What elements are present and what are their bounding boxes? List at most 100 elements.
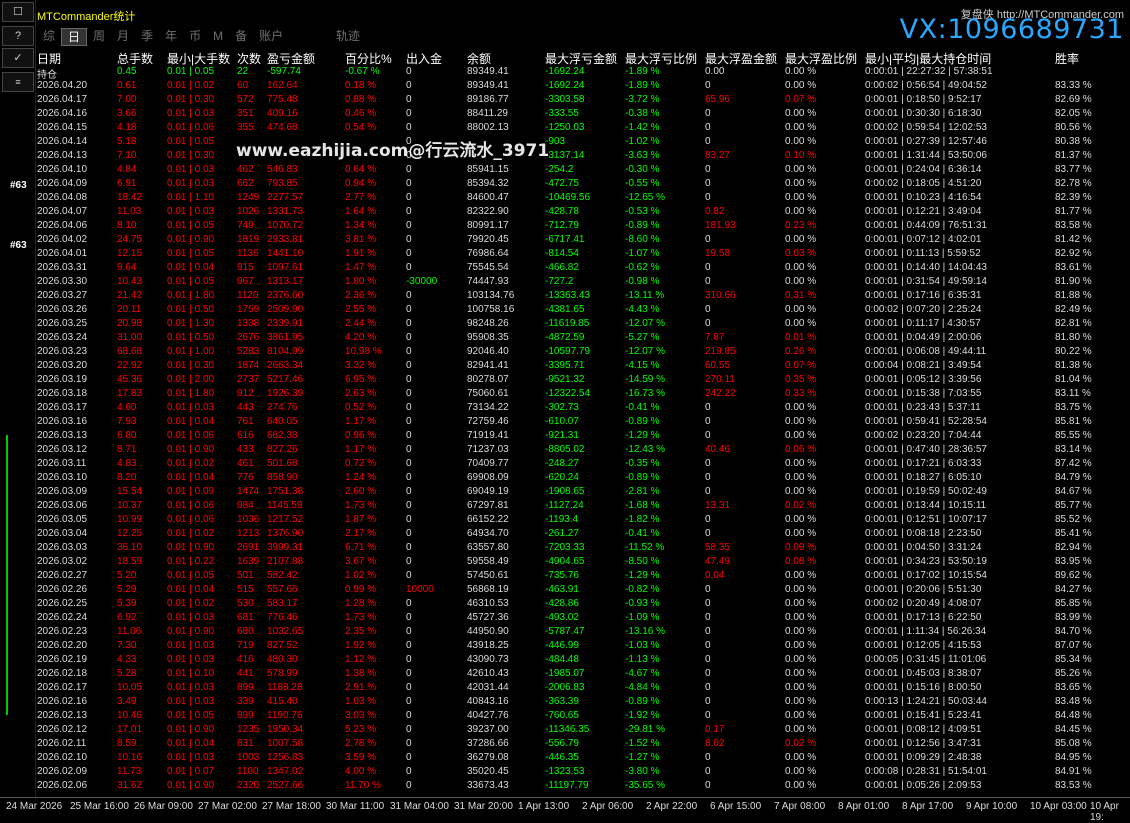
cell-6: 10000 [406, 584, 434, 595]
cell-12: 0:00:01 | 0:17:13 | 6:22:50 [865, 612, 982, 623]
cell-1: 8.71 [117, 444, 137, 455]
cell-1: 10.05 [117, 682, 143, 693]
tab-0[interactable]: 综 [37, 28, 61, 46]
cell-0: 2026.04.08 [37, 192, 88, 203]
cell-0: 2026.03.20 [37, 360, 88, 371]
cell-3: 1338 [237, 318, 260, 329]
cell-9: -16.73 % [625, 388, 666, 399]
cell-12: 最小|平均|最大持仓时间 [865, 52, 992, 66]
cell-8: -921.31 [545, 430, 579, 441]
cell-4: 827.26 [267, 444, 298, 455]
cell-7: 43090.73 [467, 654, 509, 665]
cell-1: 10.46 [117, 710, 143, 721]
cell-12: 0:00:01 | 0:20:06 | 5:51:30 [865, 584, 982, 595]
site-watermark: www.eazhijia.com@行云流水_3971 [236, 141, 550, 161]
cell-12: 0:00:13 | 1:24:21 | 50:03:44 [865, 696, 987, 707]
cell-4: 1950.34 [267, 724, 304, 735]
cell-5: 3.32 % [345, 360, 377, 371]
check-icon[interactable]: ✓ [2, 48, 34, 68]
cell-1: 5.29 [117, 584, 137, 595]
cell-11: 0.23 % [785, 220, 817, 231]
tab-4[interactable]: 季 [135, 28, 159, 46]
cell-5: 1.03 % [345, 696, 377, 707]
cell-13: 85.77 % [1055, 500, 1092, 511]
cell-8: -12322.54 [545, 388, 591, 399]
table-row: 2026.02.27 5.20 0.01 | 0.05 501 582.42 1.02 %… [37, 570, 1127, 584]
tab-1[interactable]: 日 [61, 28, 88, 46]
cell-4: 8104.99 [267, 346, 304, 357]
cell-8: -13363.43 [545, 290, 591, 301]
time-axis: 24 Mar 2026 25 Mar 16:00 26 Mar 09:00 27 Ma… [0, 797, 1130, 823]
cell-5: 1.38 % [345, 668, 377, 679]
cell-10: 0 [705, 234, 711, 245]
tab-3[interactable]: 月 [111, 28, 135, 46]
cell-11: 0.00 % [785, 402, 817, 413]
cell-4: 2277.57 [267, 192, 304, 203]
cell-7: 42610.43 [467, 668, 509, 679]
cell-0: 2026.03.02 [37, 556, 88, 567]
cell-7: 39237.00 [467, 724, 509, 735]
cell-11: 0.07 % [785, 360, 817, 371]
cell-11: 0.00 % [785, 458, 817, 469]
tab-8[interactable]: 备 [229, 28, 253, 46]
cell-5: 3.67 % [345, 556, 377, 567]
cell-5: 1.73 % [345, 612, 377, 623]
tab-5[interactable]: 年 [159, 28, 183, 46]
cell-5: 2.63 % [345, 388, 377, 399]
cell-11: 0.00 % [785, 612, 817, 623]
cell-8: -2006.83 [545, 682, 585, 693]
cell-8: -363.39 [545, 696, 579, 707]
cell-4: 1097.61 [267, 262, 304, 273]
cell-0: 2026.04.16 [37, 108, 88, 119]
help-icon[interactable]: ? [2, 26, 34, 46]
window-icon[interactable]: ☐ [2, 2, 34, 22]
cell-7: 80991.17 [467, 220, 509, 231]
cell-5: -0.67 % [345, 66, 380, 77]
cell-7: 72759.46 [467, 416, 509, 427]
cell-9: -1.09 % [625, 612, 660, 623]
cell-0: 2026.04.20 [37, 80, 88, 91]
time-axis-label: 7 Apr 08:00 [774, 801, 826, 812]
table-row: 2026.03.04 12.25 0.01 | 0.02 1213 1376.90 2.1… [37, 528, 1127, 542]
cell-9: -1.82 % [625, 514, 660, 525]
cell-2: 0.01 | 0.03 [167, 696, 215, 707]
table-row: 2026.04.01 12.15 0.01 | 0.05 1136 1441.10 1.9… [37, 248, 1127, 262]
tab-2[interactable]: 周 [87, 28, 111, 46]
cell-10: 0 [705, 136, 711, 147]
table-row: 2026.04.20 0.61 0.01 | 0.02 60 162.64 0.18 % 0… [37, 80, 1127, 94]
cell-4: 546.83 [267, 164, 298, 175]
cell-7: 71237.03 [467, 444, 509, 455]
cell-5: 1.47 % [345, 262, 377, 273]
cell-2: 0.01 | 0.05 [167, 276, 215, 287]
cell-6: 0 [406, 598, 412, 609]
cell-12: 0:00:01 | 0:06:08 | 49:44:11 [865, 346, 987, 357]
cell-1: 22.92 [117, 360, 143, 371]
cell-1: 36.10 [117, 542, 143, 553]
cell-8: -1985.07 [545, 668, 585, 679]
tab-9[interactable]: 账户 [253, 28, 289, 46]
cell-2: 0.01 | 0.22 [167, 556, 215, 567]
table-row: 2026.04.08 18.42 0.01 | 1.10 1249 2277.57 2.7… [37, 192, 1127, 206]
cell-10: 270.11 [705, 374, 735, 385]
cell-11: 0.00 % [785, 276, 817, 287]
cell-1: 4.33 [117, 654, 137, 665]
chart-marker: #63 [10, 240, 27, 251]
cell-10: 0 [705, 430, 711, 441]
cell-4: 409.16 [267, 108, 298, 119]
tab-track[interactable]: 轨迹 [336, 28, 360, 44]
cell-1: 5.20 [117, 570, 137, 581]
time-axis-label: 8 Apr 17:00 [902, 801, 954, 812]
cell-7: 76986.64 [467, 248, 509, 259]
tab-6[interactable]: 币 [183, 28, 207, 46]
cell-12: 0:00:02 | 0:18:05 | 4:51:20 [865, 178, 982, 189]
cell-3: 461 [237, 458, 254, 469]
cell-0: 2026.04.10 [37, 164, 88, 175]
tab-7[interactable]: M [207, 28, 229, 46]
cell-2: 0.01 | 0.04 [167, 738, 215, 749]
cell-6: 0 [406, 472, 412, 483]
cell-11: 最大浮盈比例 [785, 52, 858, 66]
cell-12: 0:00:01 | 0:17:02 | 10:15:54 [865, 570, 987, 581]
cell-8: -1908.65 [545, 486, 585, 497]
cell-1: 6.92 [117, 612, 137, 623]
cell-5: 2.60 % [345, 486, 377, 497]
